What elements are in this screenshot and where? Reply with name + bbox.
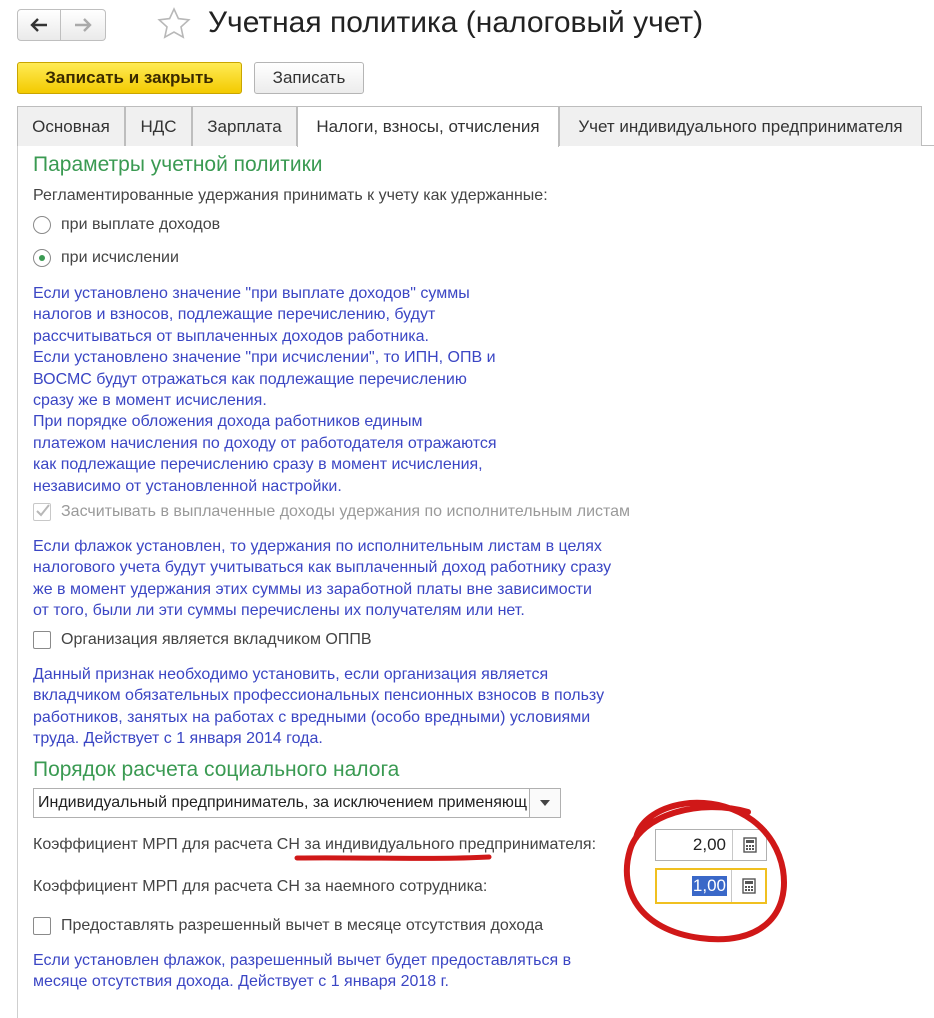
checkbox-oppv[interactable]	[33, 631, 51, 649]
select-value: Индивидуальный предприниматель, за исклю…	[38, 794, 528, 811]
tab-salary[interactable]: Зарплата	[192, 106, 297, 146]
checkmark-icon	[36, 504, 50, 517]
section-title-params: Параметры учетной политики	[33, 153, 323, 176]
help-text-retention: Если установлено значение "при выплате д…	[33, 285, 497, 495]
calculator-button[interactable]	[732, 830, 766, 860]
help-text-deduction: Если установлен флажок, разрешенный выче…	[33, 952, 572, 991]
tab-basic[interactable]: Основная	[17, 106, 125, 146]
arrow-right-icon	[75, 18, 92, 32]
save-and-close-button[interactable]: Записать и закрыть	[17, 62, 242, 94]
coef-employee-label: Коэффициент МРП для расчета СН за наемно…	[33, 878, 488, 895]
help-text-oppv: Данный признак необходимо установить, ес…	[33, 666, 605, 748]
triangle-down-icon	[540, 800, 550, 806]
checkbox-writs	[33, 503, 51, 521]
calculator-icon	[741, 878, 756, 894]
radio-on-payment-label[interactable]: при выплате доходов	[61, 216, 220, 234]
arrow-left-icon	[30, 18, 47, 32]
retention-label: Регламентированные удержания принимать к…	[33, 187, 548, 204]
save-button[interactable]: Записать	[254, 62, 364, 94]
star-icon[interactable]	[156, 6, 192, 42]
section-title-social-tax: Порядок расчета социального налога	[33, 758, 400, 781]
calculator-icon	[742, 837, 757, 853]
page-title: Учетная политика (налоговый учет)	[208, 6, 704, 39]
coef-ip-label: Коэффициент МРП для расчета СН за индиви…	[33, 836, 597, 853]
back-button[interactable]	[17, 9, 61, 41]
tab-taxes[interactable]: Налоги, взносы, отчисления	[297, 106, 559, 147]
tab-entrepreneur[interactable]: Учет индивидуального предпринимателя	[559, 106, 922, 146]
help-text-writs: Если флажок установлен, то удержания по …	[33, 538, 612, 620]
radio-on-calculation-label[interactable]: при исчислении	[61, 249, 179, 267]
radio-on-calculation[interactable]	[33, 249, 51, 267]
radio-on-payment[interactable]	[33, 216, 51, 234]
coef-employee-field[interactable]: 1,00	[655, 868, 767, 904]
dropdown-button[interactable]	[529, 789, 560, 817]
tab-vat[interactable]: НДС	[125, 106, 192, 146]
calculator-button[interactable]	[731, 870, 765, 902]
coef-employee-value: 1,00	[691, 876, 727, 896]
panel-border	[17, 145, 18, 1018]
checkbox-oppv-label[interactable]: Организация является вкладчиком ОППВ	[61, 631, 372, 649]
annotation-underline	[294, 854, 492, 861]
checkbox-deduction-label[interactable]: Предоставлять разрешенный вычет в месяце…	[61, 917, 543, 935]
coef-ip-field[interactable]: 2,00	[655, 829, 767, 861]
coef-ip-value: 2,00	[692, 835, 726, 854]
checkbox-writs-label: Засчитывать в выплаченные доходы удержан…	[61, 503, 631, 520]
forward-button[interactable]	[61, 9, 106, 41]
social-tax-order-select[interactable]: Индивидуальный предприниматель, за исклю…	[33, 788, 561, 818]
checkbox-deduction[interactable]	[33, 917, 51, 935]
